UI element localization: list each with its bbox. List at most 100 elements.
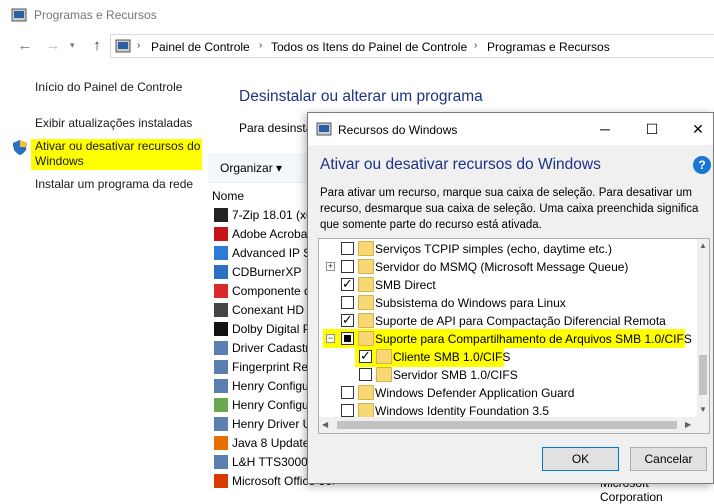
scroll-up-icon[interactable]: ▲ (699, 241, 707, 250)
organize-button[interactable]: Organizar ▾ (220, 161, 282, 175)
dialog-title-bar: Recursos do Windows ─ ☐ ✕ (308, 113, 713, 145)
back-button[interactable]: ← (16, 37, 34, 55)
feature-label: Suporte de API para Compactação Diferenc… (375, 314, 666, 328)
cancel-button[interactable]: Cancelar (630, 447, 707, 471)
program-name: L&H TTS3000 (232, 455, 308, 469)
scroll-left-icon[interactable]: ◀ (322, 420, 328, 429)
program-name: Java 8 Update (232, 436, 310, 450)
dialog-heading: Ativar ou desativar recursos do Windows (320, 156, 601, 173)
features-tree: Serviços TCPIP simples (echo, daytime et… (318, 238, 710, 434)
folder-icon (358, 259, 374, 274)
program-icon (214, 303, 228, 317)
feature-checkbox[interactable] (341, 296, 354, 309)
program-icon (214, 341, 228, 355)
close-icon[interactable]: ✕ (688, 119, 708, 139)
program-icon (214, 360, 228, 374)
folder-icon (358, 241, 374, 256)
breadcrumb-separator: › (474, 40, 478, 51)
feature-checkbox[interactable] (341, 276, 354, 292)
feature-label: Suporte para Compartilhamento de Arquivo… (375, 332, 692, 346)
program-icon (214, 455, 228, 469)
program-icon (214, 208, 228, 222)
feature-row[interactable]: Subsistema do Windows para Linux (319, 294, 695, 312)
sidebar-item-instalar-rede[interactable]: Instalar um programa da rede (35, 177, 193, 191)
folder-icon (358, 277, 374, 292)
feature-checkbox[interactable] (341, 404, 354, 417)
sidebar-item-inicio[interactable]: Início do Painel de Controle (35, 80, 182, 94)
folder-icon (358, 313, 374, 328)
breadcrumb-painel[interactable]: Painel de Controle (151, 40, 250, 54)
breadcrumb-programas[interactable]: Programas e Recursos (487, 40, 610, 54)
up-button[interactable]: ↑ (88, 37, 106, 55)
forward-button[interactable]: → (44, 37, 62, 55)
breadcrumb-separator: › (259, 40, 263, 51)
window-title: Programas e Recursos (34, 8, 157, 22)
control-panel-icon (115, 39, 131, 56)
feature-label: Subsistema do Windows para Linux (375, 296, 566, 310)
folder-icon (358, 385, 374, 400)
folder-icon (376, 367, 392, 382)
program-name: Adobe Acrobat (232, 227, 311, 241)
program-icon (214, 246, 228, 260)
feature-row[interactable]: − Suporte para Compartilhamento de Arquiv… (319, 330, 695, 348)
feature-row[interactable]: Suporte de API para Compactação Diferenc… (319, 312, 695, 330)
folder-icon (358, 331, 374, 346)
feature-label: Cliente SMB 1.0/CIFS (393, 350, 511, 364)
page-instructions: Para desinstalar um programa, selecione-… (239, 121, 309, 135)
expand-icon[interactable]: + (326, 262, 335, 271)
program-icon (214, 322, 228, 336)
page-title: Desinstalar ou alterar um programa (239, 88, 483, 105)
breadcrumb-separator: › (137, 40, 141, 51)
feature-checkbox[interactable] (341, 260, 354, 273)
program-icon (214, 417, 228, 431)
recent-dropdown-icon[interactable]: ▾ (70, 40, 75, 51)
features-icon (316, 122, 332, 139)
feature-row[interactable]: Cliente SMB 1.0/CIFS (319, 348, 695, 366)
windows-features-dialog: Recursos do Windows ─ ☐ ✕ Ativar ou desa… (307, 112, 714, 484)
sidebar-item-ativar-recursos[interactable]: Ativar ou desativar recursos do Windows (35, 139, 205, 169)
folder-icon (358, 403, 374, 418)
feature-checkbox[interactable] (341, 332, 354, 345)
feature-checkbox[interactable] (341, 386, 354, 399)
feature-checkbox[interactable] (359, 348, 372, 364)
program-icon (214, 265, 228, 279)
program-icon (214, 474, 228, 488)
feature-row[interactable]: Servidor SMB 1.0/CIFS (319, 366, 695, 384)
program-icon (214, 379, 228, 393)
feature-row[interactable]: Windows Defender Application Guard (319, 384, 695, 402)
ok-button[interactable]: OK (542, 447, 619, 471)
breadcrumb-todos-itens[interactable]: Todos os Itens do Painel de Controle (271, 40, 467, 54)
address-bar[interactable]: › Painel de Controle › Todos os Itens do… (110, 34, 714, 58)
maximize-icon[interactable]: ☐ (642, 119, 662, 139)
feature-label: Servidor do MSMQ (Microsoft Message Queu… (375, 260, 629, 274)
vertical-scroll-thumb[interactable] (699, 355, 707, 395)
help-icon[interactable]: ? (693, 156, 711, 174)
feature-label: Serviços TCPIP simples (echo, daytime et… (375, 242, 612, 256)
program-icon (214, 284, 228, 298)
column-header-name[interactable]: Nome (212, 189, 244, 203)
feature-row[interactable]: Serviços TCPIP simples (echo, daytime et… (319, 240, 695, 258)
app-icon (11, 7, 27, 23)
program-icon (214, 227, 228, 241)
feature-checkbox[interactable] (341, 312, 354, 328)
program-icon (214, 398, 228, 412)
feature-label: Windows Defender Application Guard (375, 386, 575, 400)
feature-checkbox[interactable] (341, 242, 354, 255)
program-name: CDBurnerXP (232, 265, 302, 279)
minimize-icon[interactable]: ─ (595, 119, 615, 139)
collapse-icon[interactable]: − (326, 334, 335, 343)
feature-row[interactable]: SMB Direct (319, 276, 695, 294)
feature-label: Servidor SMB 1.0/CIFS (393, 368, 518, 382)
dialog-title: Recursos do Windows (338, 123, 458, 137)
scroll-down-icon[interactable]: ▼ (699, 405, 707, 414)
feature-label: SMB Direct (375, 278, 436, 292)
folder-icon (376, 349, 392, 364)
feature-row[interactable]: + Servidor do MSMQ (Microsoft Message Que… (319, 258, 695, 276)
feature-checkbox[interactable] (359, 368, 372, 381)
navigation-bar: ← → ▾ ↑ › Painel de Controle › Todos os … (0, 34, 714, 60)
dialog-description: Para ativar um recurso, marque sua caixa… (320, 187, 699, 231)
horizontal-scroll-thumb[interactable] (337, 421, 677, 429)
folder-icon (358, 295, 374, 310)
scroll-right-icon[interactable]: ▶ (685, 420, 691, 429)
sidebar-item-atualizacoes[interactable]: Exibir atualizações instaladas (35, 116, 192, 130)
